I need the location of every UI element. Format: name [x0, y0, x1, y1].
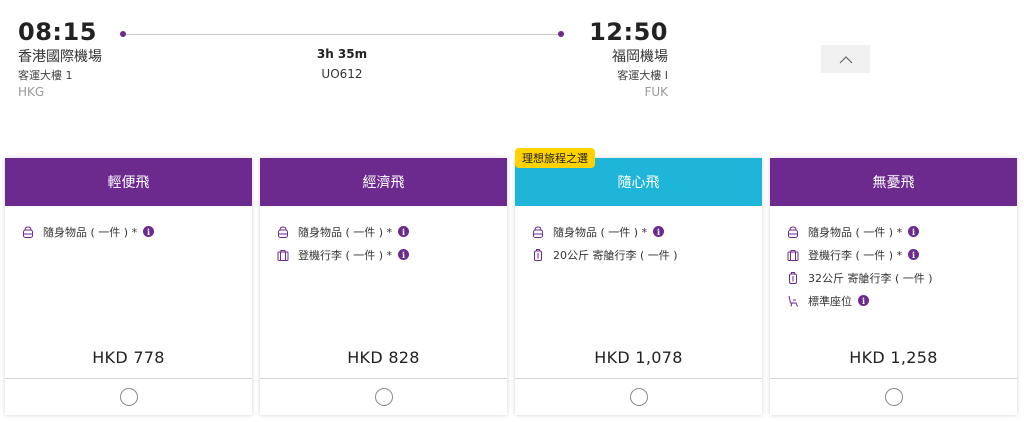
fare-feature-label: 隨身物品 ( 一件 ) * — [298, 225, 393, 239]
fare-card[interactable]: 經濟飛隨身物品 ( 一件 ) * i 登機行李 ( 一件 ) * i HKD 828 — [260, 158, 507, 415]
flight-number: UO612 — [321, 67, 363, 81]
fare-features: 隨身物品 ( 一件 ) * i 登機行李 ( 一件 ) * i 32公斤 寄艙行李 ( … — [770, 206, 1017, 338]
cabin-bag-icon — [276, 248, 290, 262]
seat-icon — [786, 294, 800, 308]
arrival-terminal: 客運大樓 I — [617, 69, 668, 82]
fare-feature: 隨身物品 ( 一件 ) * i — [786, 220, 1017, 243]
fare-feature-label: 隨身物品 ( 一件 ) * — [43, 225, 138, 239]
backpack-icon — [531, 225, 545, 239]
fare-feature-label: 登機行李 ( 一件 ) * — [808, 248, 903, 262]
departure-time: 08:15 — [18, 18, 97, 46]
fare-select — [5, 379, 252, 415]
info-icon[interactable]: i — [908, 226, 920, 237]
fare-select — [260, 379, 507, 415]
departure-code: HKG — [18, 85, 45, 99]
fare-feature: 隨身物品 ( 一件 ) * i — [276, 220, 507, 243]
info-icon[interactable]: i — [653, 226, 665, 237]
flight-route-line — [123, 34, 561, 35]
flight-duration: 3h 35m — [316, 47, 368, 61]
fare-feature: 隨身物品 ( 一件 ) * i — [21, 220, 252, 243]
departure-dot — [120, 31, 126, 37]
arrival-time: 12:50 — [589, 18, 668, 46]
fare-feature: 32公斤 寄艙行李 ( 一件 ) — [786, 266, 1017, 289]
fare-feature-label: 隨身物品 ( 一件 ) * — [553, 225, 648, 239]
fare-features: 隨身物品 ( 一件 ) * i 登機行李 ( 一件 ) * i — [260, 206, 507, 338]
fare-features: 隨身物品 ( 一件 ) * i — [5, 206, 252, 338]
arrival-dot — [558, 31, 564, 37]
chevron-up-icon — [839, 55, 852, 63]
departure-airport: 香港國際機場 — [18, 49, 102, 65]
collapse-button[interactable] — [821, 45, 870, 73]
fare-radio-button[interactable] — [119, 388, 138, 406]
arrival-airport: 福岡機場 — [612, 49, 668, 65]
info-icon[interactable]: i — [398, 226, 410, 237]
fare-feature: 20公斤 寄艙行李 ( 一件 ) — [531, 243, 762, 266]
suitcase-icon — [531, 248, 545, 262]
fare-radio-button[interactable] — [629, 388, 648, 406]
fare-feature-label: 32公斤 寄艙行李 ( 一件 ) — [808, 271, 933, 285]
fare-card[interactable]: 無憂飛隨身物品 ( 一件 ) * i 登機行李 ( 一件 ) * i 32公斤 寄艙行李… — [770, 158, 1017, 415]
info-icon[interactable]: i — [908, 249, 920, 260]
fare-card[interactable]: 隨心飛 理想旅程之選 隨身物品 ( 一件 ) * i 20公斤 寄艙行李 ( 一件 ) H… — [515, 148, 762, 415]
backpack-icon — [276, 225, 290, 239]
fare-price: HKD 778 — [92, 348, 165, 367]
fare-name: 無憂飛 — [770, 158, 1017, 206]
fare-feature-label: 登機行李 ( 一件 ) * — [298, 248, 393, 262]
fare-radio-button[interactable] — [374, 388, 393, 406]
departure-terminal: 客運大樓 1 — [18, 69, 73, 82]
fare-price: HKD 1,258 — [849, 348, 938, 367]
fare-feature: 標準座位 i — [786, 289, 1017, 312]
fare-feature: 隨身物品 ( 一件 ) * i — [531, 220, 762, 243]
fare-name: 經濟飛 — [260, 158, 507, 206]
fare-feature-label: 20公斤 寄艙行李 ( 一件 ) — [553, 248, 678, 262]
recommended-badge: 理想旅程之選 — [515, 148, 595, 168]
fare-select — [515, 379, 762, 415]
fare-name: 輕便飛 — [5, 158, 252, 206]
info-icon[interactable]: i — [858, 295, 869, 306]
flight-summary: 08:15 香港國際機場 客運大樓 1 HKG 3h 35m UO612 12:… — [0, 0, 1024, 130]
backpack-icon — [786, 225, 800, 239]
fare-select — [770, 379, 1017, 415]
backpack-icon — [21, 225, 35, 239]
suitcase-icon — [786, 271, 800, 285]
cabin-bag-icon — [786, 248, 800, 262]
arrival-code: FUK — [644, 85, 668, 99]
fare-radio-button[interactable] — [884, 388, 903, 406]
fare-features: 隨身物品 ( 一件 ) * i 20公斤 寄艙行李 ( 一件 ) — [515, 206, 762, 338]
fare-card[interactable]: 輕便飛隨身物品 ( 一件 ) * i HKD 778 — [5, 158, 252, 415]
info-icon[interactable]: i — [143, 226, 155, 237]
fare-feature-label: 隨身物品 ( 一件 ) * — [808, 225, 903, 239]
fare-feature: 登機行李 ( 一件 ) * i — [786, 243, 1017, 266]
fare-feature: 登機行李 ( 一件 ) * i — [276, 243, 507, 266]
fare-price: HKD 828 — [347, 348, 420, 367]
fare-feature-label: 標準座位 — [808, 294, 852, 308]
info-icon[interactable]: i — [398, 249, 410, 260]
fare-price: HKD 1,078 — [594, 348, 683, 367]
